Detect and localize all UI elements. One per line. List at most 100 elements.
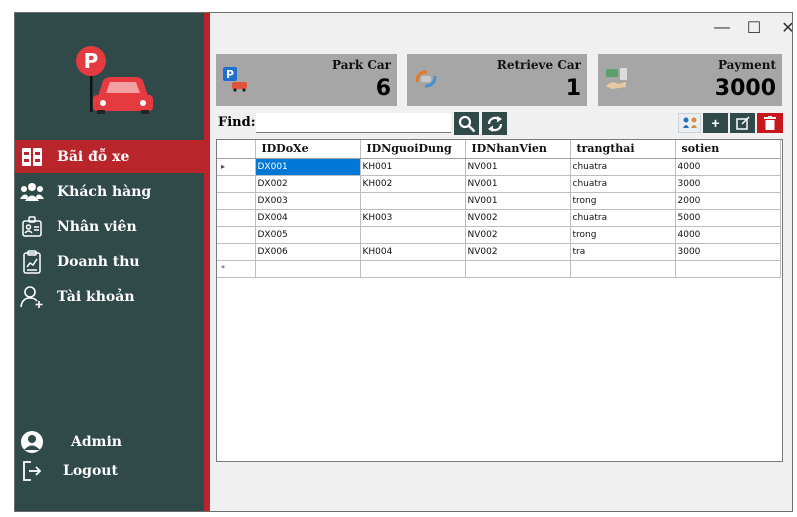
- column-header[interactable]: sotien: [675, 140, 781, 159]
- table-cell[interactable]: [360, 260, 466, 278]
- table-cell[interactable]: 5000: [675, 209, 781, 227]
- table-cell[interactable]: NV002: [465, 209, 571, 227]
- user-avatar-icon: [19, 429, 45, 455]
- column-header[interactable]: IDDoXe: [255, 140, 361, 159]
- table-cell[interactable]: [465, 260, 571, 278]
- table-cell[interactable]: 4000: [675, 226, 781, 244]
- table-row[interactable]: DX005 NV002 trong 4000: [217, 226, 781, 244]
- table-cell[interactable]: [570, 260, 676, 278]
- table-cell[interactable]: chuatra: [570, 175, 676, 193]
- search-icon: [458, 115, 475, 132]
- sidebar-item-account[interactable]: Tài khoản: [15, 280, 204, 313]
- sidebar-item-label: Doanh thu: [57, 253, 140, 270]
- sidebar-item-parking[interactable]: Bãi đỗ xe: [15, 140, 204, 173]
- delete-button[interactable]: [757, 113, 783, 133]
- data-grid[interactable]: IDDoXe IDNguoiDung IDNhanVien trangthai …: [216, 139, 783, 462]
- table-cell[interactable]: NV001: [465, 158, 571, 176]
- table-cell[interactable]: 3000: [675, 175, 781, 193]
- table-cell[interactable]: KH004: [360, 243, 466, 261]
- table-cell[interactable]: DX004: [255, 209, 361, 227]
- app-window: P Bãi đỗ xe Khách hàng Nhân viên Doanh t…: [14, 12, 793, 512]
- park-car-count: 6: [375, 76, 391, 101]
- table-cell[interactable]: tra: [570, 243, 676, 261]
- table-cell[interactable]: NV002: [465, 226, 571, 244]
- swap-users-icon: [682, 117, 697, 128]
- user-name: Admin: [71, 434, 122, 450]
- table-cell[interactable]: DX001: [255, 158, 361, 176]
- logout-button[interactable]: Logout: [15, 456, 204, 486]
- park-car-icon: P: [223, 67, 247, 92]
- retrieve-car-count: 1: [565, 76, 581, 101]
- refresh-icon: [487, 115, 502, 132]
- employee-badge-icon: [19, 215, 45, 239]
- table-cell[interactable]: 2000: [675, 192, 781, 210]
- table-cell[interactable]: chuatra: [570, 158, 676, 176]
- table-cell[interactable]: NV001: [465, 175, 571, 193]
- table-cell[interactable]: KH003: [360, 209, 466, 227]
- sidebar-item-revenue[interactable]: Doanh thu: [15, 245, 204, 278]
- table-header-row: IDDoXe IDNguoiDung IDNhanVien trangthai …: [217, 140, 781, 159]
- current-user: Admin: [15, 427, 204, 457]
- row-header: [217, 209, 256, 227]
- table-row[interactable]: DX006 KH004 NV002 tra 3000: [217, 243, 781, 261]
- table-cell[interactable]: 4000: [675, 158, 781, 176]
- retrieve-car-icon: [415, 70, 437, 88]
- sidebar-item-label: Tài khoản: [57, 288, 135, 305]
- account-add-icon: [19, 285, 45, 309]
- table-row[interactable]: DX004 KH003 NV002 chuatra 5000: [217, 209, 781, 227]
- minimize-icon: —: [714, 19, 730, 36]
- refresh-button[interactable]: [482, 112, 507, 135]
- row-header: [217, 175, 256, 193]
- maximize-button[interactable]: ☐: [736, 13, 772, 43]
- row-header: [217, 192, 256, 210]
- sidebar-item-customers[interactable]: Khách hàng: [15, 175, 204, 208]
- park-car-card: P Park Car 6: [216, 54, 397, 106]
- sidebar-accent-bar: [204, 13, 210, 511]
- swap-button[interactable]: [678, 113, 701, 133]
- search-input[interactable]: [256, 113, 451, 133]
- trash-icon: [764, 116, 776, 130]
- sidebar-item-employees[interactable]: Nhân viên: [15, 210, 204, 243]
- column-header[interactable]: IDNguoiDung: [360, 140, 466, 159]
- table-cell[interactable]: KH001: [360, 158, 466, 176]
- table-cell[interactable]: NV001: [465, 192, 571, 210]
- add-icon: +: [711, 115, 720, 131]
- table-cell[interactable]: DX006: [255, 243, 361, 261]
- retrieve-car-title: Retrieve Car: [496, 58, 581, 72]
- minimize-button[interactable]: —: [704, 13, 740, 43]
- table-row[interactable]: DX002 KH002 NV001 chuatra 3000: [217, 175, 781, 193]
- table-cell[interactable]: DX003: [255, 192, 361, 210]
- payment-icon: [606, 68, 627, 89]
- row-header: [217, 243, 256, 261]
- edit-icon: [735, 116, 750, 130]
- add-button[interactable]: +: [703, 113, 728, 133]
- close-icon: ✕: [781, 18, 792, 38]
- table-row[interactable]: ▸ DX001 KH001 NV001 chuatra 4000: [217, 158, 781, 176]
- edit-button[interactable]: [730, 113, 755, 133]
- table-cell[interactable]: DX002: [255, 175, 361, 193]
- svg-text:P: P: [226, 68, 234, 81]
- table-cell[interactable]: DX005: [255, 226, 361, 244]
- new-row[interactable]: *: [217, 260, 781, 278]
- logout-icon: [19, 458, 45, 484]
- table-cell[interactable]: [255, 260, 361, 278]
- parking-logo: P: [76, 46, 153, 114]
- table-cell[interactable]: NV002: [465, 243, 571, 261]
- table-cell[interactable]: [360, 226, 466, 244]
- sidebar-item-label: Bãi đỗ xe: [57, 148, 130, 165]
- table-cell[interactable]: 3000: [675, 243, 781, 261]
- column-header[interactable]: trangthai: [570, 140, 676, 159]
- table-cell[interactable]: chuatra: [570, 209, 676, 227]
- search-button[interactable]: [454, 112, 479, 135]
- close-button[interactable]: ✕: [770, 13, 792, 43]
- table-cell[interactable]: trong: [570, 226, 676, 244]
- column-header[interactable]: IDNhanVien: [465, 140, 571, 159]
- customers-icon: [19, 180, 45, 204]
- table-cell[interactable]: [675, 260, 781, 278]
- payment-card: Payment 3000: [598, 54, 782, 106]
- table-cell[interactable]: KH002: [360, 175, 466, 193]
- table-row[interactable]: DX003 NV001 trong 2000: [217, 192, 781, 210]
- table-cell[interactable]: trong: [570, 192, 676, 210]
- parking-table: IDDoXe IDNguoiDung IDNhanVien trangthai …: [217, 140, 781, 278]
- table-cell[interactable]: [360, 192, 466, 210]
